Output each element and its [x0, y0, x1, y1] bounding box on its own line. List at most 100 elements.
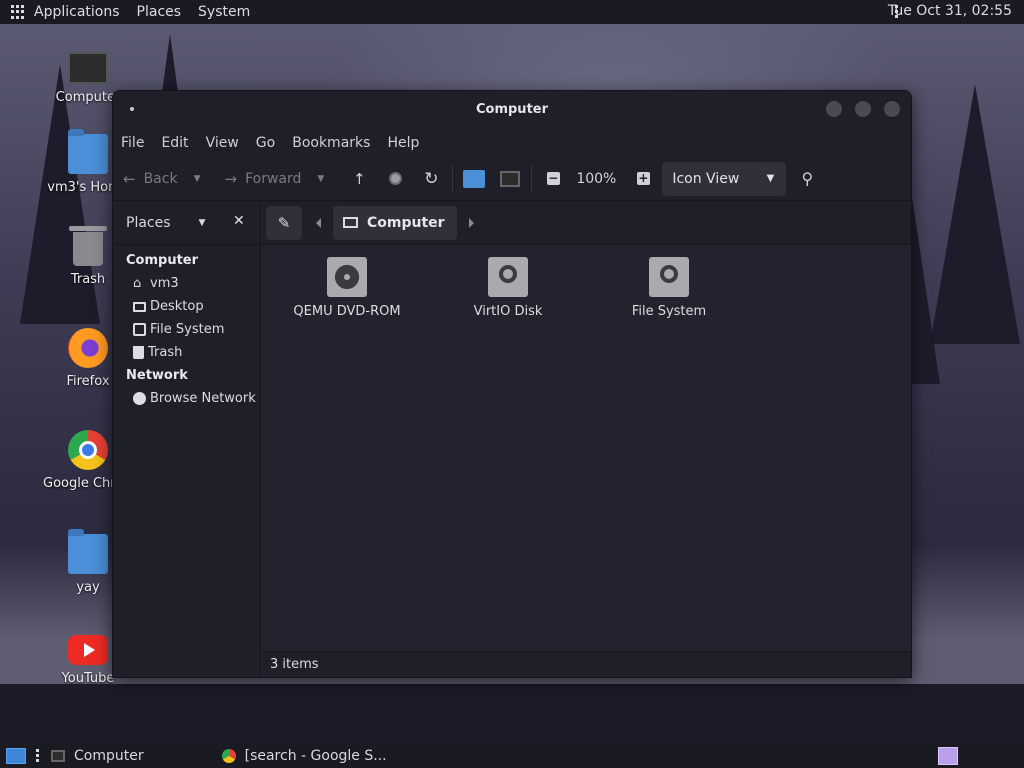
taskbar-item-label: Computer [74, 748, 144, 764]
forward-history-dropdown[interactable]: ▼ [317, 174, 324, 184]
system-menu[interactable]: System [198, 4, 250, 20]
toolbar-separator [452, 164, 454, 193]
hard-drive-icon [649, 257, 689, 297]
menu-edit[interactable]: Edit [161, 135, 188, 151]
stop-button[interactable] [382, 166, 408, 192]
back-button[interactable]: ← Back [123, 170, 178, 188]
top-panel: Applications Places System Tue Oct 31, 0… [0, 0, 1024, 24]
menu-bar: File Edit View Go Bookmarks Help [113, 129, 911, 157]
file-item-label: QEMU DVD-ROM [293, 304, 401, 319]
up-button[interactable]: ↑ [346, 166, 372, 192]
path-scroll-right-icon[interactable] [468, 217, 474, 228]
sidebar-item-browse-network[interactable]: Browse Network [113, 387, 260, 410]
zoom-out-button[interactable]: − [540, 166, 566, 192]
home-folder-icon [68, 129, 108, 174]
minimize-button[interactable] [826, 101, 842, 117]
file-manager-window: Computer File Edit View Go Bookmarks Hel… [112, 90, 912, 678]
back-history-dropdown[interactable]: ▼ [194, 174, 201, 184]
sidebar: Places ▼ ✕ Computer ⌂ vm3 Desktop File S… [113, 201, 261, 677]
window-title: Computer [475, 102, 549, 117]
file-item-virtio-disk[interactable]: VirtIO Disk [428, 257, 588, 319]
path-bar: ✎ Computer [262, 201, 911, 245]
maximize-button[interactable] [855, 101, 871, 117]
title-bar[interactable]: Computer [113, 91, 911, 129]
applications-grid-icon[interactable] [11, 5, 25, 19]
sidebar-header-label: Places [126, 214, 171, 231]
applications-menu[interactable]: Applications [34, 4, 120, 20]
edit-location-button[interactable]: ✎ [266, 205, 302, 240]
minus-icon: − [546, 171, 560, 185]
folder-icon [68, 529, 108, 574]
places-menu[interactable]: Places [137, 4, 182, 20]
chevron-down-icon: ▼ [766, 173, 775, 184]
reload-icon: ↻ [424, 168, 439, 189]
drive-icon [133, 323, 146, 336]
zoom-level: 100% [576, 170, 617, 187]
status-bar: 3 items [262, 651, 911, 677]
firefox-icon [68, 328, 108, 368]
menu-view[interactable]: View [206, 135, 239, 151]
close-sidebar-icon[interactable]: ✕ [233, 213, 245, 229]
plus-icon: + [636, 171, 650, 185]
sidebar-group-computer: Computer [126, 253, 199, 268]
trash-icon [69, 226, 107, 266]
sidebar-item-desktop[interactable]: Desktop [113, 295, 260, 318]
pencil-icon: ✎ [277, 213, 291, 232]
reload-button[interactable]: ↻ [418, 166, 444, 192]
close-button[interactable] [884, 101, 900, 117]
clock[interactable]: Tue Oct 31, 02:55 [888, 3, 1012, 19]
up-arrow-icon: ↑ [353, 169, 366, 188]
desktop-icon [133, 301, 146, 312]
window-body: Places ▼ ✕ Computer ⌂ vm3 Desktop File S… [113, 201, 911, 677]
breadcrumb-label: Computer [367, 214, 445, 231]
home-folder-icon [463, 169, 486, 188]
toolbar-separator [531, 164, 533, 193]
network-icon [133, 392, 146, 405]
file-view: ✎ Computer QEMU DVD-ROM VirtIO Disk File… [262, 201, 911, 651]
optical-disc-icon [327, 257, 367, 297]
computer-button[interactable] [497, 166, 523, 192]
zoom-in-button[interactable]: + [630, 166, 656, 192]
view-mode-select[interactable]: Icon View ▼ [662, 161, 787, 196]
taskbar-item-chrome[interactable]: [search - Google S... [221, 748, 387, 764]
computer-icon [343, 217, 358, 228]
sidebar-mode-dropdown[interactable]: ▼ [199, 218, 206, 228]
file-item-label: VirtIO Disk [473, 304, 543, 319]
path-scroll-left-icon[interactable] [316, 217, 321, 228]
chrome-icon [221, 749, 236, 763]
show-desktop-button[interactable] [6, 748, 26, 764]
home-button[interactable] [461, 166, 487, 192]
menu-go[interactable]: Go [256, 135, 275, 151]
breadcrumb-computer[interactable]: Computer [333, 205, 457, 240]
menu-help[interactable]: Help [387, 135, 419, 151]
computer-icon [68, 52, 108, 84]
sidebar-item-label: File System [150, 322, 225, 337]
taskbar-item-computer[interactable]: Computer [51, 748, 144, 764]
sidebar-item-trash[interactable]: Trash [113, 341, 260, 364]
sidebar-group-network: Network [126, 368, 188, 383]
sidebar-header: Places ▼ ✕ [113, 201, 260, 245]
menu-bookmarks[interactable]: Bookmarks [292, 135, 370, 151]
trash-icon [133, 346, 144, 359]
menu-file[interactable]: File [121, 135, 144, 151]
panel-handle[interactable] [36, 749, 39, 763]
file-item-file-system[interactable]: File System [589, 257, 749, 319]
sidebar-item-label: Trash [148, 345, 183, 360]
file-grid: QEMU DVD-ROM VirtIO Disk File System [262, 245, 911, 665]
computer-icon [500, 170, 521, 187]
file-item-qemu-dvd-rom[interactable]: QEMU DVD-ROM [267, 257, 427, 319]
computer-icon [51, 750, 65, 762]
sidebar-item-filesystem[interactable]: File System [113, 318, 260, 341]
workspace-switcher[interactable] [938, 747, 958, 765]
sidebar-item-label: vm3 [150, 276, 179, 291]
bottom-panel: Computer [search - Google S... [0, 744, 1024, 768]
sidebar-item-vm3[interactable]: ⌂ vm3 [113, 272, 260, 295]
view-mode-label: Icon View [672, 170, 740, 187]
back-label: Back [143, 170, 178, 187]
forward-label: Forward [245, 170, 302, 187]
forward-arrow-icon: → [224, 169, 238, 188]
file-item-label: File System [631, 304, 707, 319]
search-button[interactable]: ⚲ [794, 166, 820, 192]
status-text: 3 items [270, 657, 319, 672]
forward-button[interactable]: → Forward [225, 170, 302, 188]
